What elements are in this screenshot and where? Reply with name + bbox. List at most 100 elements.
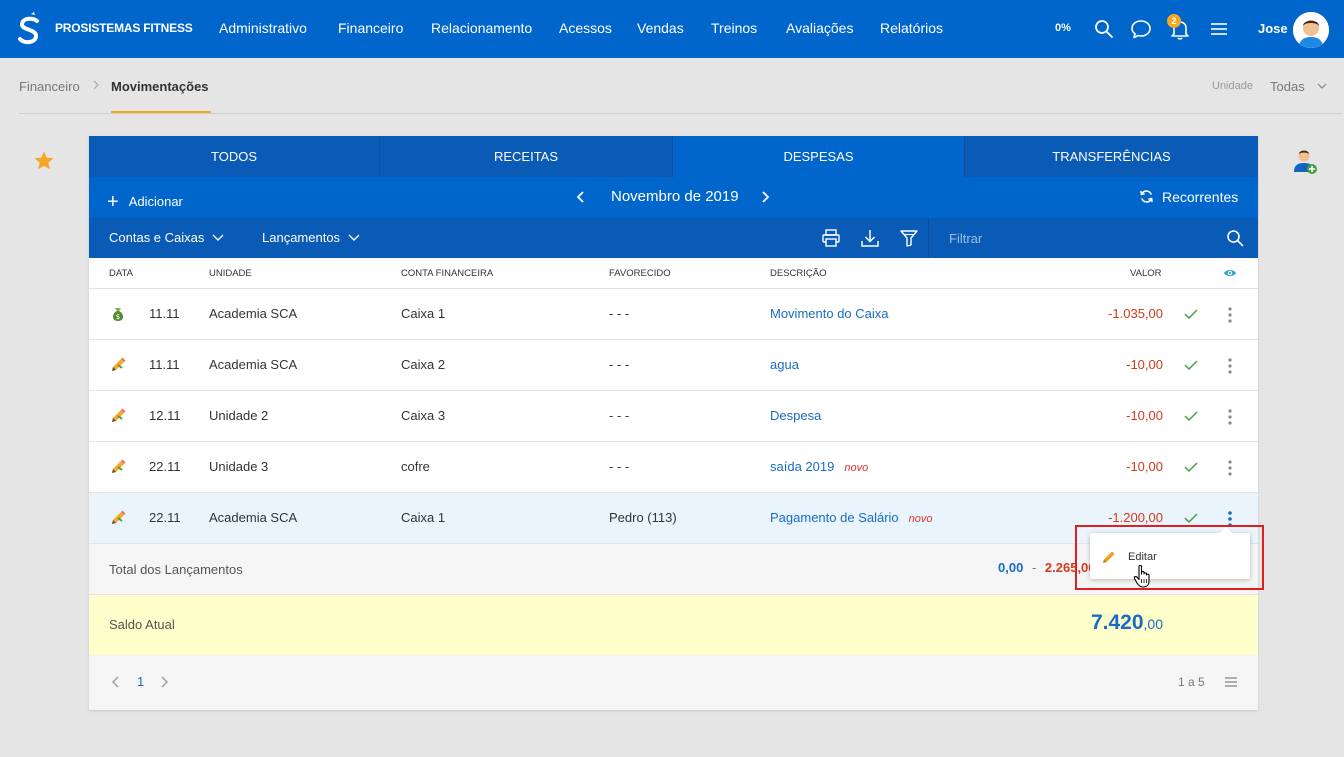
nav-vendas[interactable]: Vendas — [637, 20, 684, 36]
favorite-star-icon[interactable] — [33, 150, 55, 172]
check-icon[interactable] — [1183, 358, 1199, 372]
download-icon[interactable] — [860, 228, 880, 248]
row-description-text: Pagamento de Salário — [770, 510, 899, 525]
balance-row: Saldo Atual 7.420,00 — [89, 595, 1258, 655]
eye-icon[interactable] — [1223, 267, 1237, 279]
page-range: 1 a 5 — [1178, 675, 1205, 689]
row-value: -10,00 — [1126, 357, 1163, 372]
row-date: 12.11 — [149, 408, 181, 423]
tab-receitas[interactable]: RECEITAS — [380, 136, 673, 177]
entries-dropdown[interactable]: Lançamentos — [262, 230, 360, 245]
page-number[interactable]: 1 — [137, 674, 144, 689]
pencil-icon — [112, 459, 126, 473]
total-separator: - — [1031, 560, 1037, 575]
accounts-dropdown[interactable]: Contas e Caixas — [109, 230, 224, 245]
col-conta[interactable]: CONTA FINANCEIRA — [401, 268, 493, 279]
col-unidade[interactable]: UNIDADE — [209, 268, 252, 279]
check-icon[interactable] — [1183, 511, 1199, 525]
plus-icon: + — [107, 191, 119, 213]
filter-toolbar: Contas e Caixas Lançamentos — [89, 218, 1258, 258]
avatar[interactable] — [1293, 12, 1329, 48]
table-row[interactable]: $ 11.11 Academia SCA Caixa 1 - - - Movim… — [89, 289, 1258, 340]
chevron-down-icon[interactable] — [1316, 80, 1328, 92]
unit-filter-select[interactable]: Todas — [1270, 79, 1305, 94]
pencil-icon — [112, 510, 126, 524]
filter-funnel-icon[interactable] — [899, 228, 919, 248]
col-descricao[interactable]: DESCRIÇÃO — [770, 268, 826, 279]
pagination: 1 1 a 5 — [89, 655, 1258, 710]
row-description-text: agua — [770, 357, 799, 372]
add-user-icon[interactable] — [1292, 148, 1318, 176]
row-date: 11.11 — [149, 306, 180, 321]
balance-decimal: ,00 — [1143, 616, 1163, 632]
row-unit: Academia SCA — [209, 510, 298, 525]
recurring-button[interactable]: Recorrentes — [1139, 189, 1238, 205]
money-bag-icon: $ — [113, 308, 123, 321]
logo-icon[interactable] — [17, 12, 41, 46]
nav-administrativo[interactable]: Administrativo — [219, 20, 307, 36]
col-favorecido[interactable]: FAVORECIDO — [609, 268, 671, 279]
nav-relatorios[interactable]: Relatórios — [880, 20, 943, 36]
previous-page-icon[interactable] — [111, 675, 121, 689]
previous-month-icon[interactable] — [575, 189, 587, 205]
more-options-icon[interactable] — [1225, 306, 1235, 324]
check-icon[interactable] — [1183, 460, 1199, 474]
next-month-icon[interactable] — [759, 189, 771, 205]
print-icon[interactable] — [821, 228, 841, 248]
row-description[interactable]: Movimento do Caixa — [770, 306, 889, 321]
tab-despesas[interactable]: DESPESAS — [673, 136, 965, 177]
col-data[interactable]: DATA — [109, 268, 133, 279]
chat-icon[interactable] — [1130, 18, 1152, 40]
tab-todos[interactable]: TODOS — [89, 136, 380, 177]
accounts-dropdown-label: Contas e Caixas — [109, 230, 205, 245]
unit-filter-label: Unidade — [1212, 80, 1253, 92]
top-navbar: PROSISTEMAS FITNESS Administrativo Finan… — [0, 0, 1344, 58]
nav-financeiro[interactable]: Financeiro — [338, 20, 403, 36]
table-header: DATA UNIDADE CONTA FINANCEIRA FAVORECIDO… — [89, 258, 1258, 289]
row-account: Caixa 1 — [401, 306, 446, 321]
total-income: 0,00 — [998, 560, 1024, 575]
brand-name: PROSISTEMAS FITNESS — [55, 21, 193, 35]
filter-input[interactable] — [949, 228, 1209, 248]
table-row[interactable]: 12.11 Unidade 2 Caixa 3 - - - Despesa -1… — [89, 391, 1258, 442]
col-valor[interactable]: VALOR — [1130, 268, 1162, 279]
row-value: -1.200,00 — [1108, 510, 1163, 525]
balance-integer: 7.420 — [1090, 611, 1144, 634]
more-options-icon[interactable] — [1225, 408, 1235, 426]
username[interactable]: Jose — [1258, 21, 1288, 36]
next-page-icon[interactable] — [159, 675, 169, 689]
table-row[interactable]: 11.11 Academia SCA Caixa 2 - - - agua -1… — [89, 340, 1258, 391]
search-icon[interactable] — [1093, 18, 1115, 40]
tab-transferencias[interactable]: TRANSFERÊNCIAS — [965, 136, 1258, 177]
check-icon[interactable] — [1183, 409, 1199, 423]
row-description[interactable]: Pagamento de Salário novo — [770, 510, 933, 525]
row-description[interactable]: agua — [770, 357, 799, 372]
list-menu-icon[interactable] — [1224, 676, 1238, 688]
row-description[interactable]: Despesa — [770, 408, 821, 423]
chevron-right-icon — [93, 80, 99, 90]
search-icon[interactable] — [1225, 228, 1245, 248]
table-row[interactable]: 22.11 Unidade 3 cofre - - - saída 2019 no… — [89, 442, 1258, 493]
notification-badge: 2 — [1167, 14, 1181, 28]
filter-box — [928, 218, 1258, 258]
highlight-box — [1075, 525, 1264, 590]
type-tabs: TODOS RECEITAS DESPESAS TRANSFERÊNCIAS — [89, 136, 1258, 177]
nav-relacionamento[interactable]: Relacionamento — [431, 20, 532, 36]
progress-percent[interactable]: 0% — [1055, 22, 1071, 34]
more-options-icon[interactable] — [1225, 459, 1235, 477]
nav-avaliacoes[interactable]: Avaliações — [786, 20, 853, 36]
row-description[interactable]: saída 2019 novo — [770, 459, 868, 474]
menu-icon[interactable] — [1208, 18, 1230, 40]
nav-acessos[interactable]: Acessos — [559, 20, 612, 36]
row-unit: Academia SCA — [209, 306, 298, 321]
new-tag: novo — [908, 513, 933, 525]
row-payee: - - - — [609, 459, 630, 474]
nav-treinos[interactable]: Treinos — [711, 20, 757, 36]
add-button[interactable]: + Adicionar — [107, 189, 183, 213]
row-value: -10,00 — [1126, 408, 1163, 423]
more-options-icon[interactable] — [1225, 357, 1235, 375]
check-icon[interactable] — [1183, 307, 1199, 321]
row-date: 11.11 — [149, 357, 180, 372]
refresh-icon — [1140, 190, 1153, 203]
breadcrumb-financeiro[interactable]: Financeiro — [19, 79, 80, 94]
